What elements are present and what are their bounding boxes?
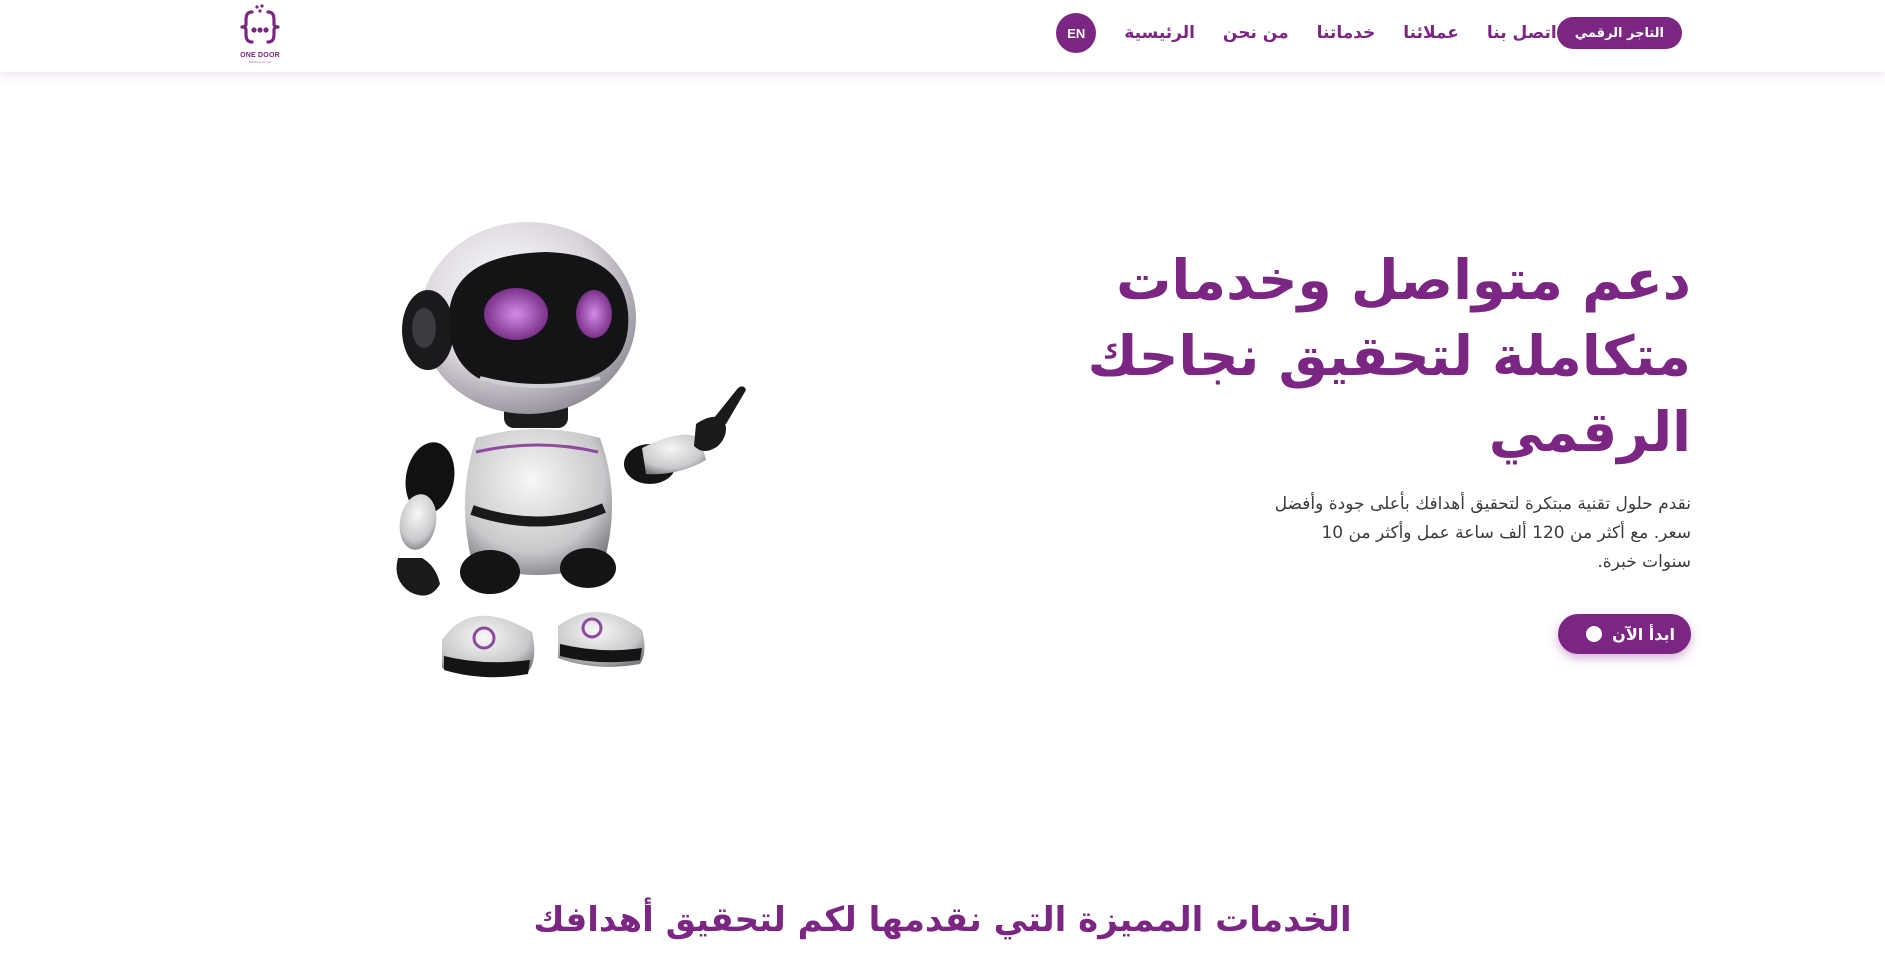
hero-title: دعم متواصل وخدمات متكاملة لتحقيق نجاحك ا… bbox=[1087, 248, 1691, 464]
nav-item-clients[interactable]: عملائنا bbox=[1403, 23, 1459, 43]
robot-illustration bbox=[396, 222, 746, 678]
hero-description: نقدم حلول تقنية مبتكرة لتحقيق أهدافك بأع… bbox=[1274, 494, 1691, 572]
brand-logo[interactable]: ONE DOOR Solutions for you bbox=[236, 3, 284, 67]
site-header: ONE DOOR Solutions for you EN الرئيسية م… bbox=[0, 0, 1885, 72]
nav-item-contact[interactable]: اتصل بنا bbox=[1487, 23, 1557, 43]
services-section-title: الخدمات المميزة التي نقدمها لكم لتحقيق أ… bbox=[533, 900, 1352, 940]
nav-item-about[interactable]: من نحن bbox=[1223, 23, 1289, 43]
language-toggle-button[interactable]: EN bbox=[1056, 13, 1097, 53]
logo-text: ONE DOOR bbox=[240, 52, 280, 59]
nav-item-services[interactable]: خدماتنا bbox=[1317, 23, 1376, 43]
logo-subtext: Solutions for you bbox=[248, 60, 272, 64]
digital-merchant-button[interactable]: التاجر الرقمي bbox=[1556, 17, 1682, 49]
start-now-button[interactable]: ابدأ الآن bbox=[1558, 614, 1691, 654]
one-door-logo-icon bbox=[240, 4, 280, 44]
nav-item-home[interactable]: الرئيسية bbox=[1124, 23, 1195, 43]
hero-section: دعم متواصل وخدمات متكاملة لتحقيق نجاحك ا… bbox=[0, 72, 1885, 902]
start-now-label: ابدأ الآن bbox=[1612, 624, 1675, 644]
main-nav: EN الرئيسية من نحن خدماتنا عملائنا اتصل … bbox=[1038, 13, 1684, 53]
circle-icon bbox=[1586, 626, 1603, 642]
